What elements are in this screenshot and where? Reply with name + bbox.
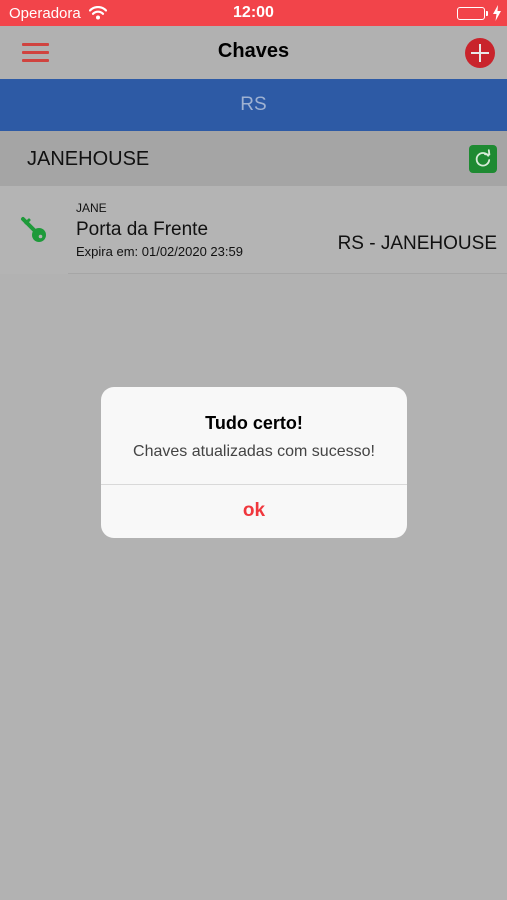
group-name: JANEHOUSE	[27, 148, 150, 170]
battery-tip	[486, 11, 488, 16]
key-expiry: Expira em: 01/02/2020 23:59	[76, 244, 243, 259]
group-header: JANEHOUSE	[0, 131, 507, 186]
navigation-bar: Chaves	[0, 26, 507, 79]
key-icon	[18, 214, 50, 251]
region-tab-rs[interactable]: RS	[0, 79, 507, 131]
page-title: Chaves	[217, 40, 290, 62]
refresh-icon	[475, 149, 491, 167]
status-time: 12:00	[233, 4, 274, 21]
refresh-button[interactable]	[469, 145, 497, 173]
status-bar: Operadora 12:00	[0, 0, 507, 26]
alert-title: Tudo certo!	[205, 413, 303, 433]
alert-dialog: Tudo certo! Chaves atualizadas com suces…	[101, 387, 407, 538]
battery-icon	[457, 7, 485, 20]
key-location: RS - JANEHOUSE	[337, 233, 497, 254]
key-owner: JANE	[76, 201, 107, 215]
add-button[interactable]	[465, 38, 495, 68]
key-name: Porta da Frente	[76, 219, 209, 240]
charging-bolt-icon	[493, 5, 501, 26]
row-divider	[68, 273, 507, 274]
key-list-item[interactable]: JANE Porta da Frente Expira em: 01/02/20…	[0, 186, 507, 274]
alert-message: Chaves atualizadas com sucesso!	[133, 443, 375, 460]
ok-button[interactable]: ok	[101, 485, 407, 538]
